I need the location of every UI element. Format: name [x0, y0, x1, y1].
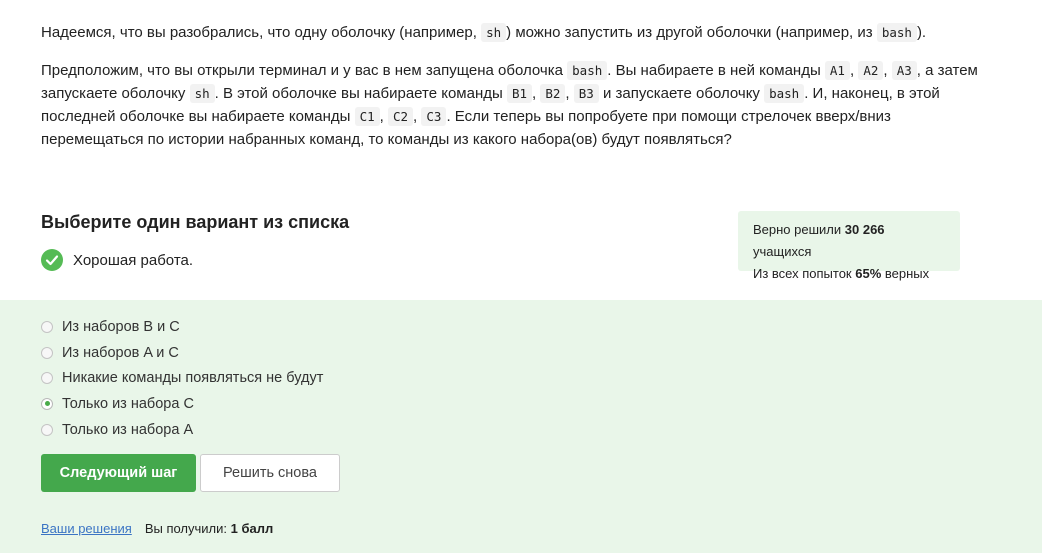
radio-button[interactable]	[41, 423, 53, 436]
inline-code: B1	[506, 84, 533, 103]
option-item[interactable]: Никакие команды появляться не будут	[41, 365, 323, 391]
question-paragraph-2: Предположим, что вы открыли терминал и у…	[41, 59, 981, 151]
option-item[interactable]: Только из набора A	[41, 417, 323, 443]
answer-area: Из наборов B и C Из наборов A и C Никаки…	[0, 300, 1042, 553]
inline-code: sh	[481, 23, 507, 42]
footer: Ваши решения Вы получили: 1 балл	[41, 521, 273, 536]
inline-code: A1	[824, 61, 850, 80]
correct-percent: 65%	[855, 266, 882, 281]
question-text-segment: ,	[565, 85, 574, 102]
option-label: Только из набора C	[62, 395, 194, 412]
option-item-selected[interactable]: Только из набора C	[41, 391, 323, 417]
question-text-segment: ) можно запустить из другой оболочки (на…	[506, 24, 877, 41]
inline-code: C1	[354, 107, 380, 126]
inline-code: bash	[764, 84, 805, 103]
solve-again-button[interactable]: Решить снова	[200, 454, 340, 492]
feedback-message: Хорошая работа.	[41, 249, 193, 271]
option-label: Из наборов B и C	[62, 318, 180, 335]
stats-attempts: Из всех попыток 65% верных	[753, 263, 945, 285]
question-text-segment: и запускаете оболочку	[598, 85, 765, 102]
option-label: Никакие команды появляться не будут	[62, 370, 324, 387]
stats-solved: Верно решили 30 266 учащихся	[753, 219, 945, 263]
inline-code: C3	[421, 107, 447, 126]
inline-code: B2	[540, 84, 566, 103]
radio-button[interactable]	[41, 372, 53, 385]
stats-panel: Верно решили 30 266 учащихся Из всех поп…	[738, 211, 960, 281]
inline-code: A3	[891, 61, 917, 80]
inline-code: B3	[573, 84, 599, 103]
feedback-text: Хорошая работа.	[73, 251, 194, 269]
stats-text: учащихся	[753, 244, 812, 259]
options-list: Из наборов B и C Из наборов A и C Никаки…	[41, 314, 323, 442]
your-solutions-link[interactable]: Ваши решения	[41, 521, 132, 536]
solved-count: 30 266	[844, 222, 885, 237]
option-item[interactable]: Из наборов B и C	[41, 314, 323, 340]
prompt-title: Выберите один вариант из списка	[41, 212, 350, 232]
stats-text: Верно решили	[753, 222, 845, 237]
question-text-segment: Предположим, что вы открыли терминал и у…	[41, 62, 568, 79]
check-circle-icon	[41, 249, 63, 271]
next-step-button[interactable]: Следующий шаг	[41, 454, 196, 492]
inline-code: A2	[858, 61, 884, 80]
option-item[interactable]: Из наборов A и C	[41, 340, 323, 366]
inline-code: bash	[876, 23, 917, 42]
question-text-segment: Надеемся, что вы разобрались, что одну о…	[41, 24, 482, 41]
inline-code: bash	[567, 61, 608, 80]
option-label: Только из набора A	[62, 421, 194, 438]
stats-text: Из всех попыток	[753, 266, 856, 281]
question-text-segment: . Вы набираете в ней команды	[607, 62, 825, 79]
radio-button[interactable]	[41, 320, 53, 333]
question-text-segment: . В этой оболочке вы набираете команды	[214, 85, 507, 102]
question-paragraph-1: Надеемся, что вы разобрались, что одну о…	[41, 21, 981, 44]
question-text-segment: ,	[379, 108, 388, 125]
radio-button-selected[interactable]	[41, 397, 53, 410]
question-text-segment: ,	[883, 62, 892, 79]
question-text: Надеемся, что вы разобрались, что одну о…	[41, 21, 981, 166]
option-label: Из наборов A и C	[62, 344, 179, 361]
inline-code: C2	[387, 107, 414, 126]
score-value: 1 балл	[230, 521, 274, 536]
stats-text: верных	[881, 266, 930, 281]
score-label: Вы получили:	[144, 521, 231, 536]
inline-code: sh	[189, 84, 215, 103]
radio-button[interactable]	[41, 346, 53, 359]
score-text: Вы получили: 1 балл	[145, 521, 273, 536]
question-text-segment: ).	[916, 24, 927, 41]
